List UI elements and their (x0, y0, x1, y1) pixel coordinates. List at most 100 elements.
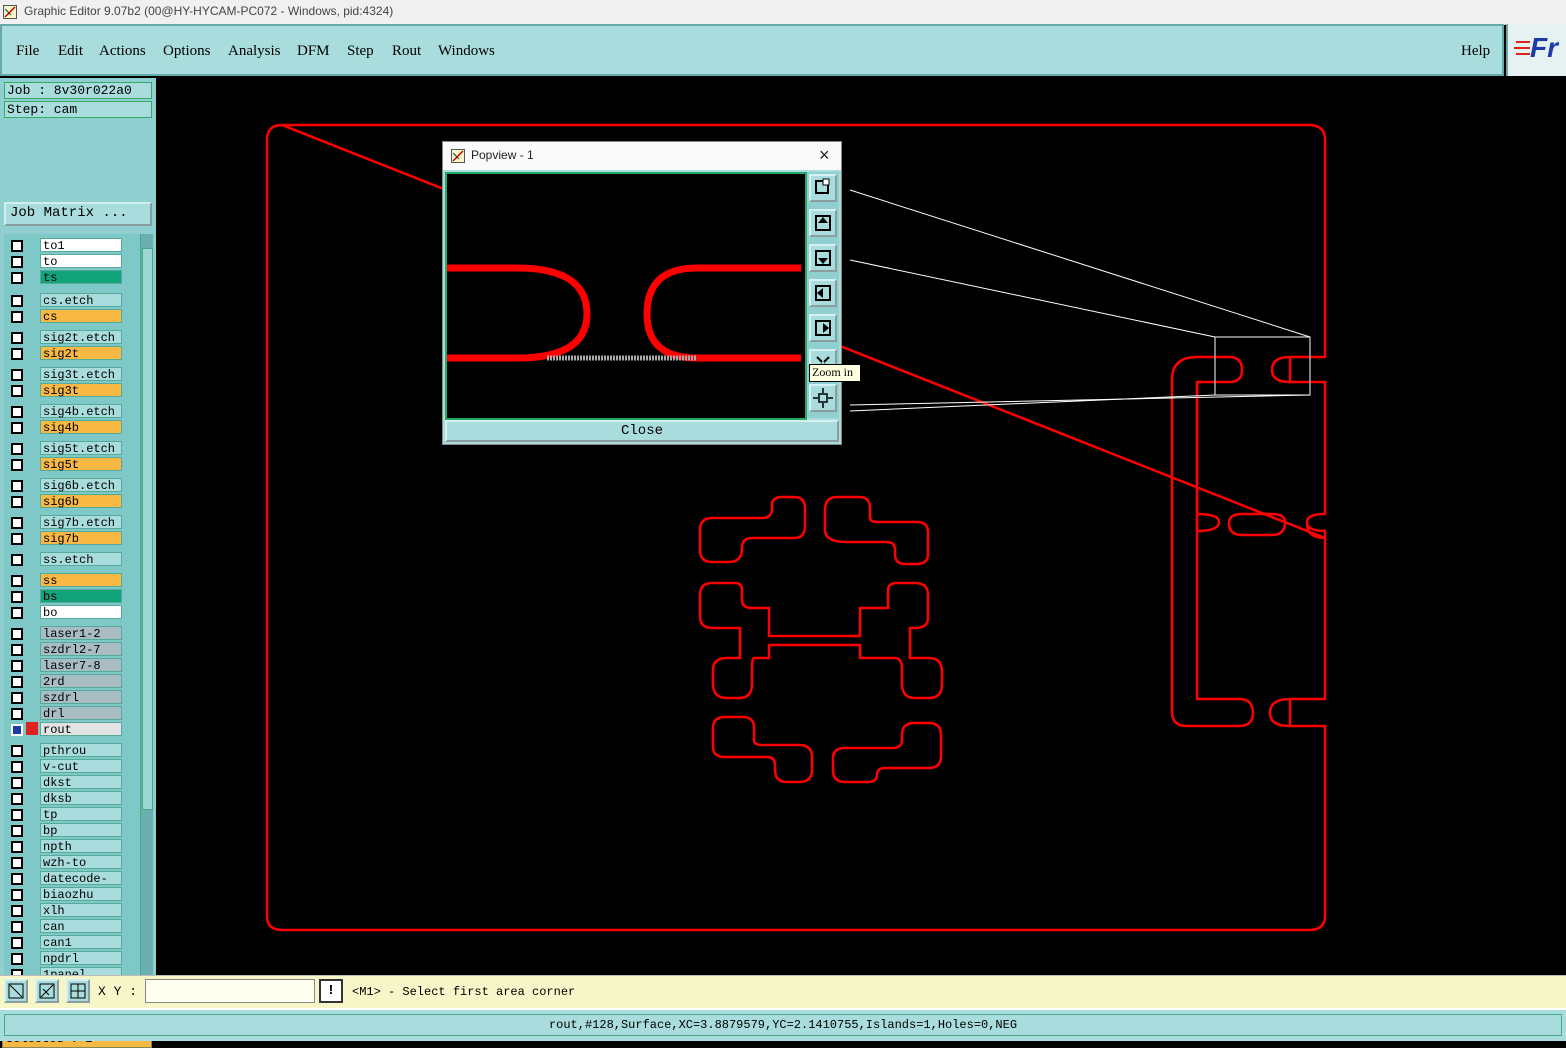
layer-row-ss[interactable]: ss (6, 573, 126, 588)
pan-up-button[interactable] (809, 209, 837, 237)
layer-row-sig2t[interactable]: sig2t (6, 346, 126, 361)
layer-row-to[interactable]: to (6, 254, 126, 269)
layer-checkbox[interactable] (11, 311, 23, 323)
layer-checkbox[interactable] (11, 591, 23, 603)
layer-checkbox[interactable] (11, 953, 23, 965)
layer-checkbox[interactable] (11, 406, 23, 418)
layer-row-drl[interactable]: drl (6, 706, 126, 721)
layer-checkbox[interactable] (11, 369, 23, 381)
layer-row-wzh-to[interactable]: wzh-to (6, 855, 126, 870)
menu-rout[interactable]: Rout (392, 43, 421, 60)
layer-checkbox[interactable] (11, 660, 23, 672)
pan-down-button[interactable] (809, 244, 837, 272)
close-icon[interactable]: × (819, 145, 830, 166)
alert-icon[interactable]: ! (319, 979, 343, 1003)
layer-row-cs[interactable]: cs (6, 309, 126, 324)
layer-checkbox[interactable] (11, 809, 23, 821)
layer-checkbox[interactable] (11, 422, 23, 434)
layer-checkbox[interactable] (11, 533, 23, 545)
layer-row-dksb[interactable]: dksb (6, 791, 126, 806)
layer-row-xlh[interactable]: xlh (6, 903, 126, 918)
layer-checkbox[interactable] (11, 793, 23, 805)
layer-row-npth[interactable]: npth (6, 839, 126, 854)
layer-checkbox[interactable] (11, 385, 23, 397)
layer-row-datecode-to[interactable]: datecode-to (6, 871, 126, 900)
layer-list-scrollbar[interactable] (140, 234, 153, 1024)
layer-checkbox[interactable] (11, 348, 23, 360)
layer-row-2rd[interactable]: 2rd (6, 674, 126, 689)
menu-actions[interactable]: Actions (99, 43, 146, 60)
layer-checkbox[interactable] (11, 628, 23, 640)
menu-file[interactable]: File (16, 43, 39, 60)
layer-row-laser7-8[interactable]: laser7-8 (6, 658, 126, 673)
layer-checkbox[interactable] (11, 575, 23, 587)
layer-row-npdrl[interactable]: npdrl (6, 951, 126, 966)
layer-checkbox[interactable] (11, 554, 23, 566)
layer-checkbox[interactable] (11, 295, 23, 307)
layer-row-v-cut[interactable]: v-cut (6, 759, 126, 774)
layer-row-biaozhu[interactable]: biaozhu (6, 887, 126, 902)
pan-left-button[interactable] (809, 279, 837, 307)
layer-checkbox[interactable] (11, 857, 23, 869)
layer-checkbox[interactable] (11, 240, 23, 252)
layer-row-ss.etch[interactable]: ss.etch (6, 552, 126, 567)
layer-checkbox[interactable] (11, 496, 23, 508)
menu-options[interactable]: Options (163, 43, 211, 60)
job-matrix-button[interactable]: Job Matrix ... (4, 202, 152, 226)
layer-checkbox[interactable] (11, 517, 23, 529)
layer-checkbox[interactable] (11, 921, 23, 933)
menu-edit[interactable]: Edit (58, 43, 83, 60)
layer-row-bp[interactable]: bp (6, 823, 126, 838)
layer-checkbox[interactable] (11, 724, 23, 736)
layer-row-rout[interactable]: rout (6, 722, 126, 737)
layer-checkbox[interactable] (11, 889, 23, 901)
layer-checkbox[interactable] (11, 443, 23, 455)
layer-checkbox[interactable] (11, 272, 23, 284)
layer-row-laser1-2[interactable]: laser1-2 (6, 626, 126, 641)
layer-checkbox[interactable] (11, 480, 23, 492)
layer-row-can[interactable]: can (6, 919, 126, 934)
layer-checkbox[interactable] (11, 459, 23, 471)
menu-windows[interactable]: Windows (438, 43, 495, 60)
layer-checkbox[interactable] (11, 745, 23, 757)
popview-viewport[interactable] (445, 172, 807, 420)
layer-row-sig5t[interactable]: sig5t (6, 457, 126, 472)
layer-row-to1[interactable]: to1 (6, 238, 126, 253)
layer-checkbox[interactable] (11, 332, 23, 344)
layer-row-ts[interactable]: ts (6, 270, 126, 285)
layer-checkbox[interactable] (11, 937, 23, 949)
layer-row-sig3t.etch[interactable]: sig3t.etch (6, 367, 126, 382)
popview-close-button[interactable]: Close (445, 420, 839, 442)
popview-titlebar[interactable]: Popview - 1 × (443, 142, 841, 170)
layer-row-pthrou[interactable]: pthrou (6, 743, 126, 758)
menu-help[interactable]: Help (1461, 43, 1490, 60)
pan-right-button[interactable] (809, 314, 837, 342)
layer-checkbox[interactable] (11, 841, 23, 853)
layer-row-szdrl[interactable]: szdrl (6, 690, 126, 705)
layer-row-bo[interactable]: bo (6, 605, 126, 620)
layer-checkbox[interactable] (11, 676, 23, 688)
layer-checkbox[interactable] (11, 825, 23, 837)
layer-row-sig7b[interactable]: sig7b (6, 531, 126, 546)
layer-checkbox[interactable] (11, 692, 23, 704)
layer-checkbox[interactable] (11, 607, 23, 619)
menu-dfm[interactable]: DFM (297, 43, 330, 60)
zoom-window-button[interactable] (809, 174, 837, 202)
layer-row-sig4b[interactable]: sig4b (6, 420, 126, 435)
layer-row-sig6b.etch[interactable]: sig6b.etch (6, 478, 126, 493)
layer-checkbox[interactable] (11, 644, 23, 656)
layer-row-sig5t.etch[interactable]: sig5t.etch (6, 441, 126, 456)
layer-checkbox[interactable] (11, 256, 23, 268)
layer-row-bs[interactable]: bs (6, 589, 126, 604)
layer-checkbox[interactable] (11, 708, 23, 720)
layer-row-sig6b[interactable]: sig6b (6, 494, 126, 509)
measure-tool-button[interactable] (35, 979, 59, 1003)
layer-checkbox[interactable] (11, 777, 23, 789)
zoom-out-button[interactable] (809, 384, 837, 412)
menu-step[interactable]: Step (347, 43, 374, 60)
layer-checkbox[interactable] (11, 761, 23, 773)
graphic-canvas[interactable] (157, 80, 1566, 975)
select-tool-button[interactable] (4, 979, 28, 1003)
layer-row-can1[interactable]: can1 (6, 935, 126, 950)
layer-checkbox[interactable] (11, 873, 23, 885)
